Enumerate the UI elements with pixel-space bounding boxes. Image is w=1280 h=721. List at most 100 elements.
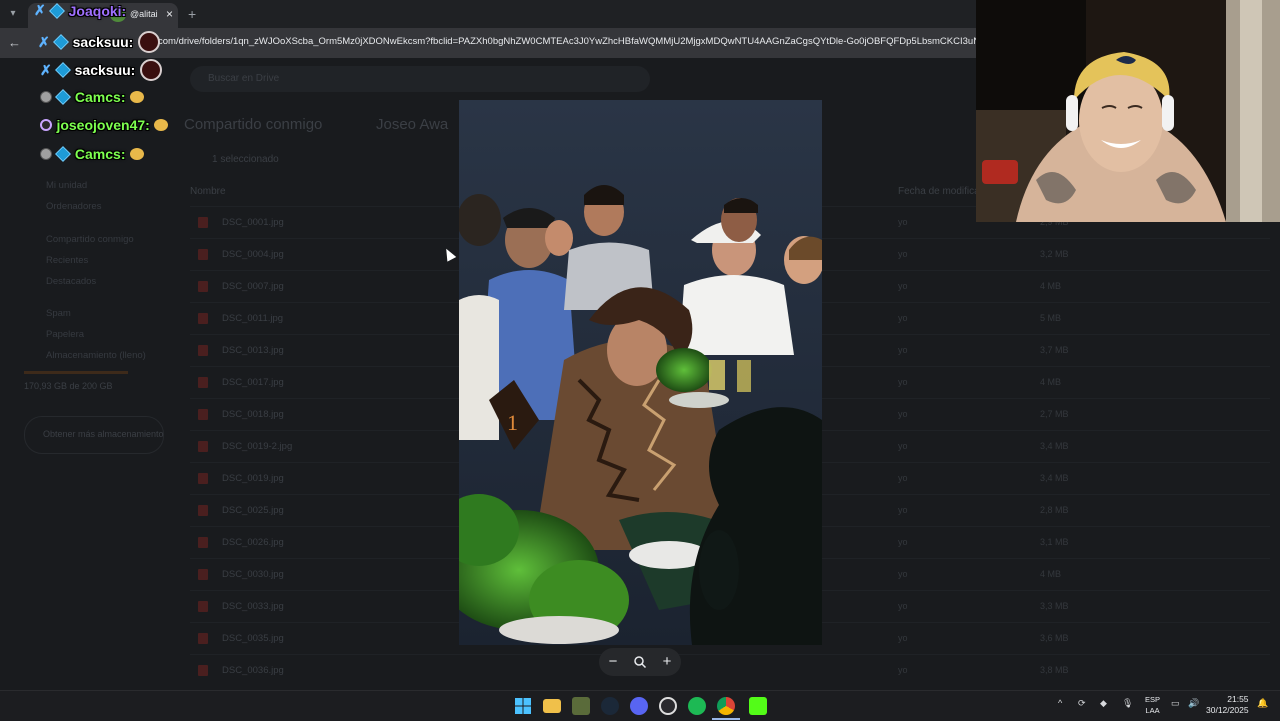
file-name: DSC_0001.jpg (222, 217, 284, 228)
windows-start-icon[interactable] (514, 697, 532, 715)
language-indicator[interactable]: ESP LAA (1145, 694, 1160, 716)
image-file-icon (198, 633, 208, 644)
file-owner: yo (898, 313, 908, 323)
chat-username: joseojoven47: (56, 116, 150, 133)
file-name: DSC_0033.jpg (222, 601, 284, 612)
image-file-icon (198, 345, 208, 356)
table-number-sign: 1 (507, 410, 518, 435)
image-file-icon (198, 313, 208, 324)
chat-message: ✗ sacksuu: (38, 31, 160, 57)
file-name: DSC_0017.jpg (222, 377, 284, 388)
file-size: 3,6 MB (1040, 633, 1069, 643)
sidebar-item-shared[interactable]: Compartido conmigo (46, 234, 134, 245)
file-name: DSC_0036.jpg (222, 665, 284, 676)
file-owner: yo (898, 377, 908, 387)
sidebar-item-storage[interactable]: Almacenamiento (lleno) (46, 350, 146, 361)
file-size: 3,8 MB (1040, 665, 1069, 675)
file-size: 3,4 MB (1040, 473, 1069, 483)
back-arrow-icon[interactable]: ← (8, 35, 21, 50)
url-field[interactable]: com/drive/folders/1qn_zWJOoXScba_Orm5Mz0… (158, 36, 976, 47)
storage-text: 170,93 GB de 200 GB (24, 381, 113, 391)
file-explorer-icon[interactable] (543, 699, 561, 713)
column-name-header[interactable]: Nombre (190, 186, 226, 197)
kick-icon[interactable] (749, 697, 767, 715)
photo-preview: 1 (459, 100, 822, 645)
file-name: DSC_0011.jpg (222, 313, 284, 324)
image-file-icon (198, 281, 208, 292)
sidebar-item-trash[interactable]: Papelera (46, 329, 84, 340)
sidebar-item-computers[interactable]: Ordenadores (46, 201, 101, 212)
file-size: 5 MB (1040, 313, 1062, 323)
chat-username: Camcs: (74, 88, 126, 105)
file-owner: yo (898, 505, 908, 515)
image-file-icon (198, 665, 208, 676)
image-file-icon (198, 249, 208, 260)
get-more-storage-button[interactable]: Obtener más almacenamiento (24, 416, 164, 454)
chat-message: joseojoven47: (40, 116, 169, 142)
file-row[interactable]: DSC_0036.jpg yo 3,8 MB (190, 654, 1270, 686)
moderator-sword-icon: ✗ (38, 33, 50, 50)
tab-search-chevron-icon[interactable]: ▾ (6, 7, 20, 21)
image-file-icon (198, 569, 208, 580)
chat-message: Camcs: (40, 88, 144, 114)
file-name: DSC_0025.jpg (222, 505, 284, 516)
sidebar-item-recent[interactable]: Recientes (46, 255, 88, 266)
image-file-icon (198, 409, 208, 420)
file-owner: yo (898, 249, 908, 259)
subscriber-badge-icon (49, 2, 66, 19)
obs-icon[interactable] (659, 697, 677, 715)
file-owner: yo (898, 217, 908, 227)
sync-icon[interactable]: ⟳ (1078, 698, 1086, 709)
file-size: 4 MB (1040, 281, 1062, 291)
file-name: DSC_0018.jpg (222, 409, 284, 420)
emote-icon (129, 90, 144, 103)
webcam-image (976, 0, 1280, 222)
subscriber-badge-icon (55, 145, 72, 162)
chat-message: Camcs: (40, 145, 144, 171)
sidebar-item-starred[interactable]: Destacados (46, 276, 96, 287)
network-icon[interactable]: ▭ (1171, 698, 1180, 709)
zoom-out-button[interactable]: − (603, 652, 623, 672)
file-size: 3,3 MB (1040, 601, 1069, 611)
notification-icon[interactable]: 🔔 (1257, 698, 1268, 709)
file-owner: yo (898, 345, 908, 355)
gray-badge-icon (40, 90, 52, 103)
drive-search-placeholder: Buscar en Drive (208, 73, 280, 84)
emote-icon (139, 59, 162, 81)
microphone-icon[interactable]: 🎙 (1122, 698, 1133, 709)
file-owner: yo (898, 441, 908, 451)
new-tab-icon[interactable]: + (188, 6, 196, 22)
file-owner: yo (898, 409, 908, 419)
browser-tab-bar: ▾ @alitai × + (0, 0, 976, 28)
system-clock[interactable]: 21:55 30/12/2025 (1206, 694, 1249, 716)
file-owner: yo (898, 281, 908, 291)
defender-icon[interactable]: ◆ (1100, 698, 1107, 709)
tray-chevron-icon[interactable]: ^ (1058, 698, 1062, 708)
file-name: DSC_0013.jpg (222, 345, 284, 356)
file-owner: yo (898, 537, 908, 547)
file-owner: yo (898, 665, 908, 675)
tab-title: @alitai (130, 9, 158, 19)
image-file-icon (198, 217, 208, 228)
game-icon[interactable] (572, 697, 590, 715)
spotify-icon[interactable] (688, 697, 706, 715)
volume-icon[interactable]: 🔊 (1188, 698, 1199, 709)
file-size: 4 MB (1040, 377, 1062, 387)
tab-close-icon[interactable]: × (166, 7, 173, 21)
breadcrumb-folder[interactable]: Joseo Awa (376, 116, 448, 133)
file-owner: yo (898, 633, 908, 643)
chrome-icon[interactable] (717, 697, 735, 715)
image-file-icon (198, 377, 208, 388)
sidebar-item-my-drive[interactable]: Mi unidad (46, 180, 87, 191)
discord-icon[interactable] (630, 697, 648, 715)
chat-message: ✗ Joaqoki: (34, 2, 126, 28)
breadcrumb-root[interactable]: Compartido conmigo (184, 116, 322, 133)
moderator-sword-icon: ✗ (40, 61, 52, 78)
emote-icon (129, 147, 144, 160)
ring-badge-icon (40, 118, 52, 131)
file-name: DSC_0019.jpg (222, 473, 284, 484)
steam-icon[interactable] (601, 697, 619, 715)
magnifier-icon[interactable] (630, 652, 650, 672)
zoom-in-button[interactable]: + (657, 652, 677, 672)
sidebar-item-spam[interactable]: Spam (46, 308, 71, 319)
